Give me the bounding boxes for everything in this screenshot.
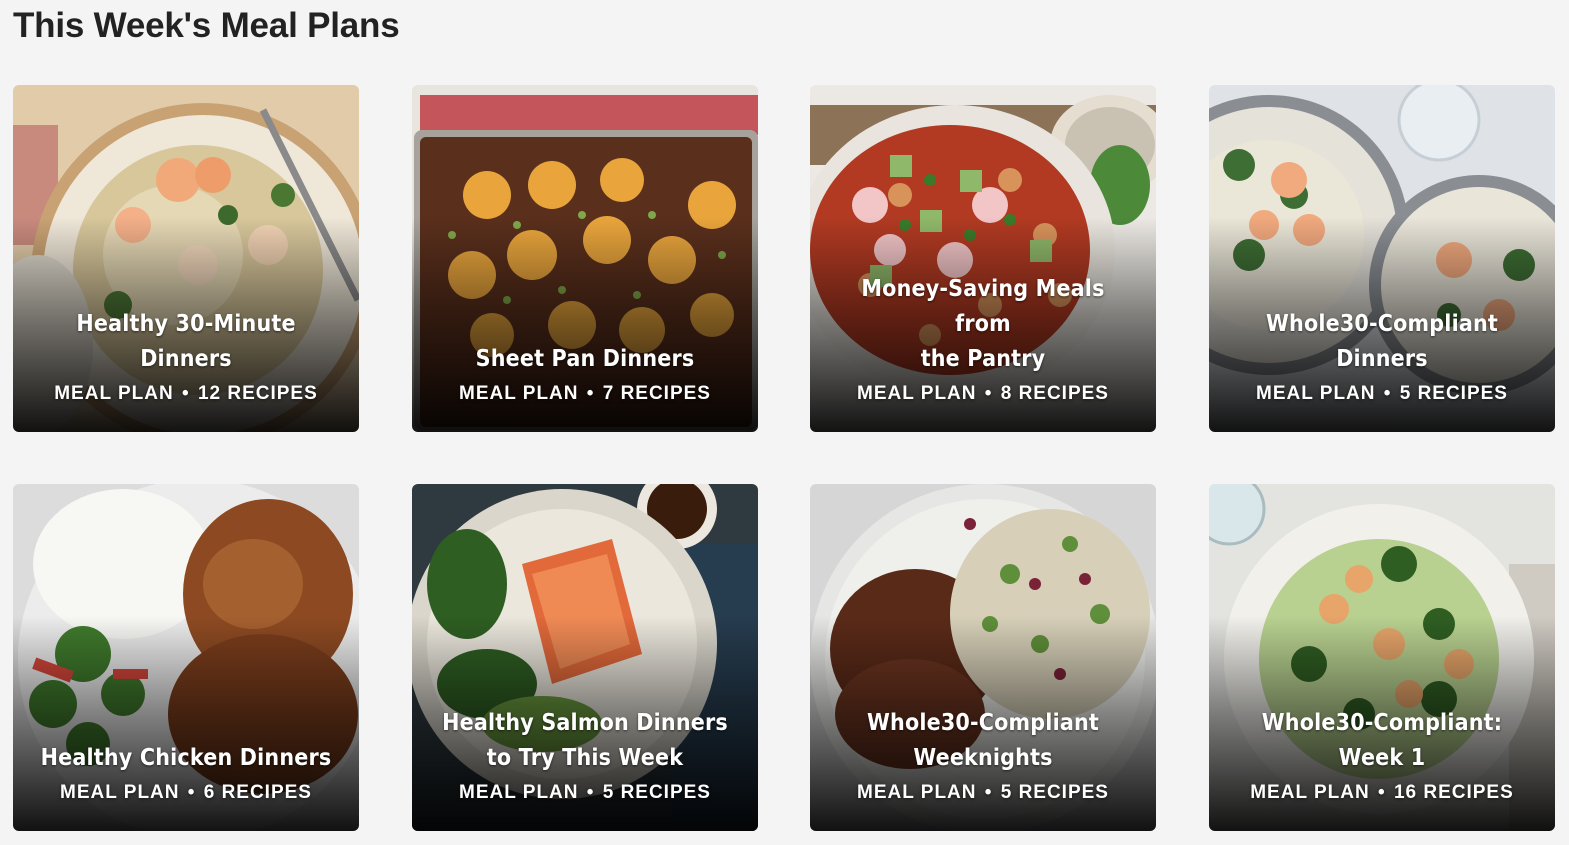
card-meta: MEAL PLAN • 6 RECIPES	[23, 782, 349, 804]
card-caption: Healthy Salmon Dinners to Try This Week …	[422, 706, 748, 804]
page-title: This Week's Meal Plans	[13, 6, 400, 45]
card-meta: MEAL PLAN • 16 RECIPES	[1219, 782, 1545, 804]
plan-type: MEAL PLAN	[857, 383, 977, 404]
meal-plan-card[interactable]: Whole30-Compliant Dinners MEAL PLAN • 5 …	[1209, 85, 1555, 432]
meal-plan-card[interactable]: Healthy Salmon Dinners to Try This Week …	[412, 484, 758, 831]
card-meta: MEAL PLAN • 5 RECIPES	[1219, 383, 1545, 405]
card-title: Whole30-Compliant: Week 1	[1235, 706, 1528, 776]
title-line: Whole30-Compliant	[1266, 311, 1498, 337]
meal-plan-card[interactable]: Sheet Pan Dinners MEAL PLAN • 7 RECIPES	[412, 85, 758, 432]
recipe-count: 7 RECIPES	[602, 383, 711, 404]
plan-type: MEAL PLAN	[60, 782, 180, 803]
recipe-count: 12 RECIPES	[197, 383, 318, 404]
card-meta: MEAL PLAN • 12 RECIPES	[23, 383, 349, 405]
separator-dot: •	[984, 383, 993, 404]
meal-plan-card[interactable]: Whole30-Compliant: Week 1 MEAL PLAN • 16…	[1209, 484, 1555, 831]
card-title: Whole30-Compliant Dinners	[1235, 307, 1528, 377]
recipe-count: 6 RECIPES	[203, 782, 312, 803]
card-caption: Healthy 30-Minute Dinners MEAL PLAN • 12…	[23, 307, 349, 405]
meal-plan-card[interactable]: Whole30-Compliant Weeknights MEAL PLAN •…	[810, 484, 1156, 831]
separator-dot: •	[586, 383, 595, 404]
separator-dot: •	[586, 782, 595, 803]
title-line: Healthy 30-Minute	[76, 311, 296, 337]
card-title: Money-Saving Meals from the Pantry	[836, 272, 1129, 377]
card-caption: Whole30-Compliant: Week 1 MEAL PLAN • 16…	[1219, 706, 1545, 804]
title-line: Sheet Pan Dinners	[475, 346, 695, 372]
card-title: Healthy Salmon Dinners to Try This Week	[438, 706, 731, 776]
title-line: to Try This Week	[486, 745, 684, 771]
plan-type: MEAL PLAN	[1256, 383, 1376, 404]
title-line: Week 1	[1338, 745, 1426, 771]
title-line: Weeknights	[913, 745, 1053, 771]
card-meta: MEAL PLAN • 5 RECIPES	[422, 782, 748, 804]
plan-type: MEAL PLAN	[459, 383, 579, 404]
card-meta: MEAL PLAN • 5 RECIPES	[820, 782, 1146, 804]
recipe-count: 16 RECIPES	[1393, 782, 1514, 803]
separator-dot: •	[187, 782, 196, 803]
separator-dot: •	[182, 383, 190, 404]
title-line: Dinners	[1336, 346, 1428, 372]
plan-type: MEAL PLAN	[1250, 782, 1370, 803]
recipe-count: 5 RECIPES	[1000, 782, 1109, 803]
title-line: Healthy Salmon Dinners	[442, 710, 728, 736]
plan-type: MEAL PLAN	[54, 383, 174, 404]
meal-plan-card[interactable]: Money-Saving Meals from the Pantry MEAL …	[810, 85, 1156, 432]
plan-type: MEAL PLAN	[459, 782, 579, 803]
card-title: Whole30-Compliant Weeknights	[836, 706, 1129, 776]
separator-dot: •	[1378, 782, 1386, 803]
card-caption: Healthy Chicken Dinners MEAL PLAN • 6 RE…	[23, 741, 349, 804]
card-meta: MEAL PLAN • 7 RECIPES	[422, 383, 748, 405]
title-line: the Pantry	[920, 346, 1046, 372]
meal-plan-card[interactable]: Healthy Chicken Dinners MEAL PLAN • 6 RE…	[13, 484, 359, 831]
card-title: Healthy Chicken Dinners	[39, 741, 332, 776]
plan-type: MEAL PLAN	[857, 782, 977, 803]
title-line: Money-Saving Meals from	[861, 276, 1105, 337]
meal-plan-card[interactable]: Healthy 30-Minute Dinners MEAL PLAN • 12…	[13, 85, 359, 432]
separator-dot: •	[1383, 383, 1392, 404]
title-line: Whole30-Compliant	[867, 710, 1099, 736]
recipe-count: 5 RECIPES	[602, 782, 711, 803]
title-line: Whole30-Compliant:	[1261, 710, 1503, 736]
recipe-count: 8 RECIPES	[1000, 383, 1109, 404]
title-line: Dinners	[140, 346, 232, 372]
recipe-count: 5 RECIPES	[1399, 383, 1508, 404]
separator-dot: •	[984, 782, 993, 803]
card-meta: MEAL PLAN • 8 RECIPES	[820, 383, 1146, 405]
title-line: Healthy Chicken Dinners	[40, 745, 332, 771]
card-caption: Whole30-Compliant Dinners MEAL PLAN • 5 …	[1219, 307, 1545, 405]
card-caption: Whole30-Compliant Weeknights MEAL PLAN •…	[820, 706, 1146, 804]
card-title: Healthy 30-Minute Dinners	[39, 307, 332, 377]
card-caption: Sheet Pan Dinners MEAL PLAN • 7 RECIPES	[422, 342, 748, 405]
card-title: Sheet Pan Dinners	[438, 342, 731, 377]
card-caption: Money-Saving Meals from the Pantry MEAL …	[820, 272, 1146, 405]
